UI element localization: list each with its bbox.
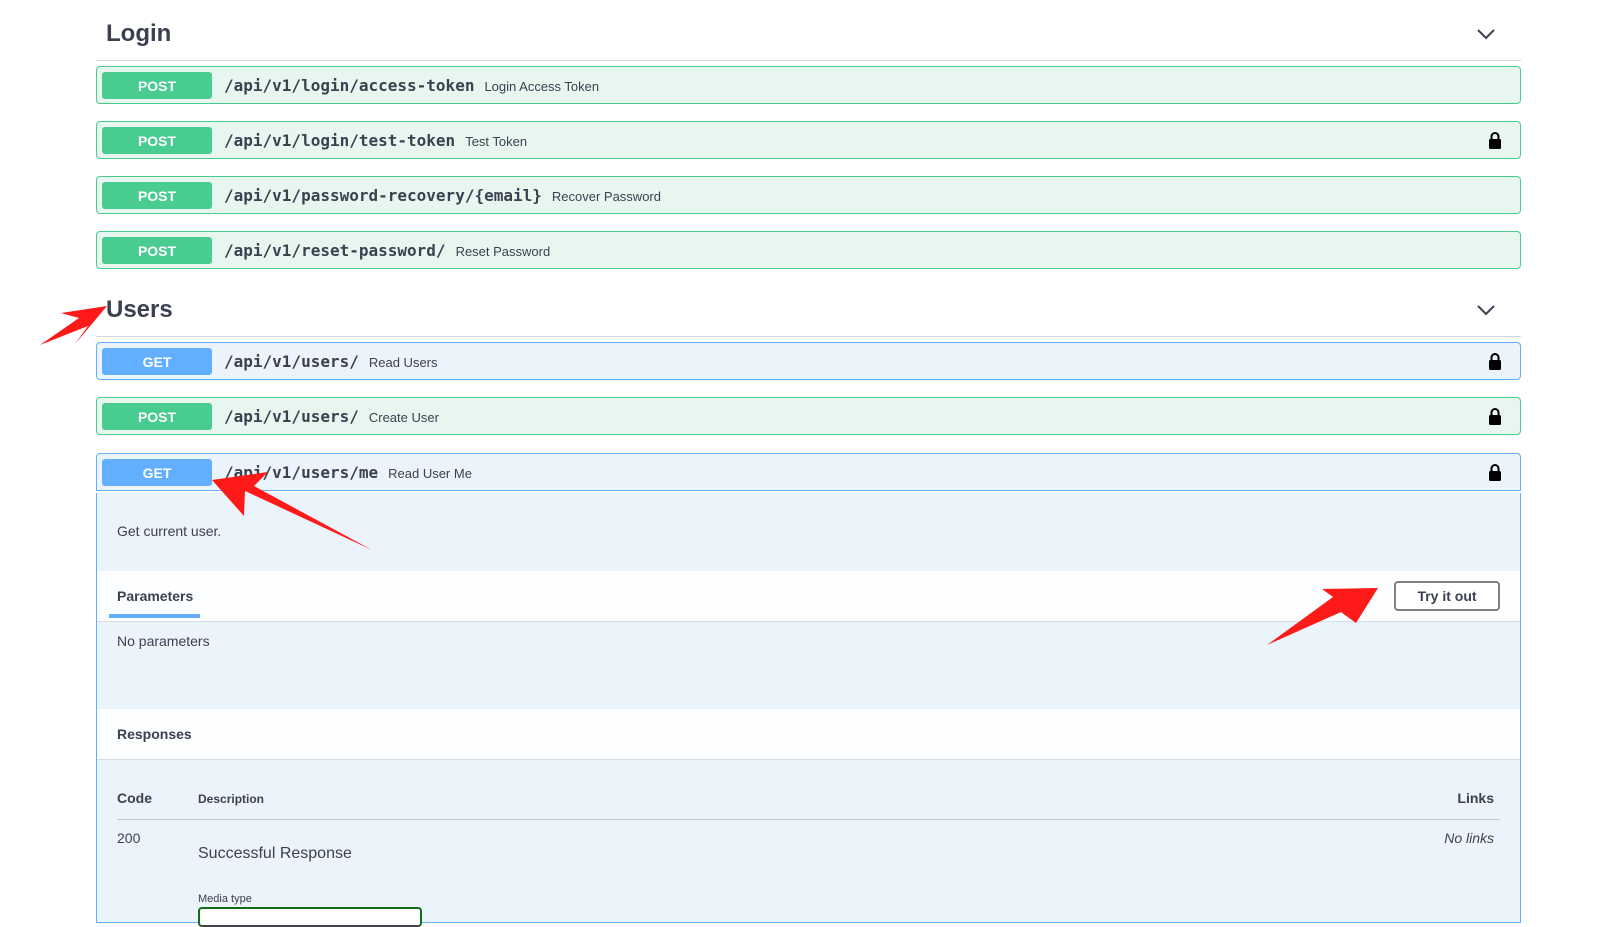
lock-icon[interactable] (1488, 352, 1502, 370)
operation-path: /api/v1/users/Read Users (224, 352, 438, 371)
table-divider (117, 819, 1500, 820)
media-type-select[interactable] (198, 907, 422, 927)
tab-active-indicator (109, 614, 200, 618)
operation-summary: Read Users (368, 355, 438, 370)
chevron-down-icon[interactable] (1475, 23, 1497, 45)
responses-header: Responses (97, 709, 1520, 760)
operation-description: Get current user. (117, 523, 222, 539)
operation-summary: Read User Me (388, 466, 472, 481)
section-title-login: Login (106, 20, 172, 47)
section-title-users: Users (106, 296, 173, 323)
method-badge: GET (102, 459, 212, 486)
method-badge: POST (102, 403, 212, 430)
operation-summary: Login Access Token (484, 79, 600, 94)
operation-read-user-me[interactable]: GET /api/v1/users/me Read User Me (96, 453, 1521, 491)
operation-create-user[interactable]: POST /api/v1/users/Create User (96, 397, 1521, 435)
method-badge: POST (102, 182, 212, 209)
lock-icon[interactable] (1488, 407, 1502, 425)
operation-password-recovery[interactable]: POST /api/v1/password-recovery/{email} Re… (96, 176, 1521, 214)
operation-summary: Reset Password (455, 244, 551, 259)
column-header-description: Description (198, 792, 265, 806)
operation-path: /api/v1/login/test-token Test Token (224, 131, 528, 150)
response-description: Successful Response (198, 845, 352, 862)
section-header-login[interactable]: Login (96, 0, 1521, 61)
operation-summary: Recover Password (551, 189, 661, 204)
media-type-label: Media type (198, 893, 252, 905)
response-code: 200 (117, 830, 141, 846)
column-header-links: Links (1457, 790, 1494, 806)
operation-details: Get current user. Parameters Try it out … (96, 493, 1521, 927)
response-links: No links (1444, 830, 1494, 846)
tab-parameters[interactable]: Parameters (117, 588, 193, 604)
operation-summary: Test Token (465, 134, 528, 149)
operation-reset-password[interactable]: POST /api/v1/reset-password/Reset Passwo… (96, 231, 1521, 269)
operation-summary: Create User (368, 410, 439, 425)
operation-read-users[interactable]: GET /api/v1/users/Read Users (96, 342, 1521, 380)
lock-icon[interactable] (1488, 463, 1502, 481)
operation-path: /api/v1/users/Create User (224, 407, 439, 426)
parameters-header: Parameters Try it out (97, 571, 1520, 622)
method-badge: POST (102, 237, 212, 264)
no-parameters-text: No parameters (117, 633, 210, 649)
column-header-code: Code (117, 790, 152, 806)
try-it-out-button[interactable]: Try it out (1394, 581, 1500, 611)
responses-title: Responses (117, 726, 192, 742)
method-badge: GET (102, 348, 212, 375)
method-badge: POST (102, 127, 212, 154)
operation-login-access-token[interactable]: POST /api/v1/login/access-token Login Acc… (96, 66, 1521, 104)
operation-path: /api/v1/reset-password/Reset Password (224, 241, 551, 260)
chevron-down-icon[interactable] (1475, 299, 1497, 321)
operation-path: /api/v1/users/me Read User Me (224, 463, 472, 482)
section-header-users[interactable]: Users (96, 276, 1521, 337)
operation-path: /api/v1/password-recovery/{email} Recover… (224, 186, 661, 205)
operation-login-test-token[interactable]: POST /api/v1/login/test-token Test Token (96, 121, 1521, 159)
method-badge: POST (102, 72, 212, 99)
operation-path: /api/v1/login/access-token Login Access T… (224, 76, 600, 95)
lock-icon[interactable] (1488, 131, 1502, 149)
